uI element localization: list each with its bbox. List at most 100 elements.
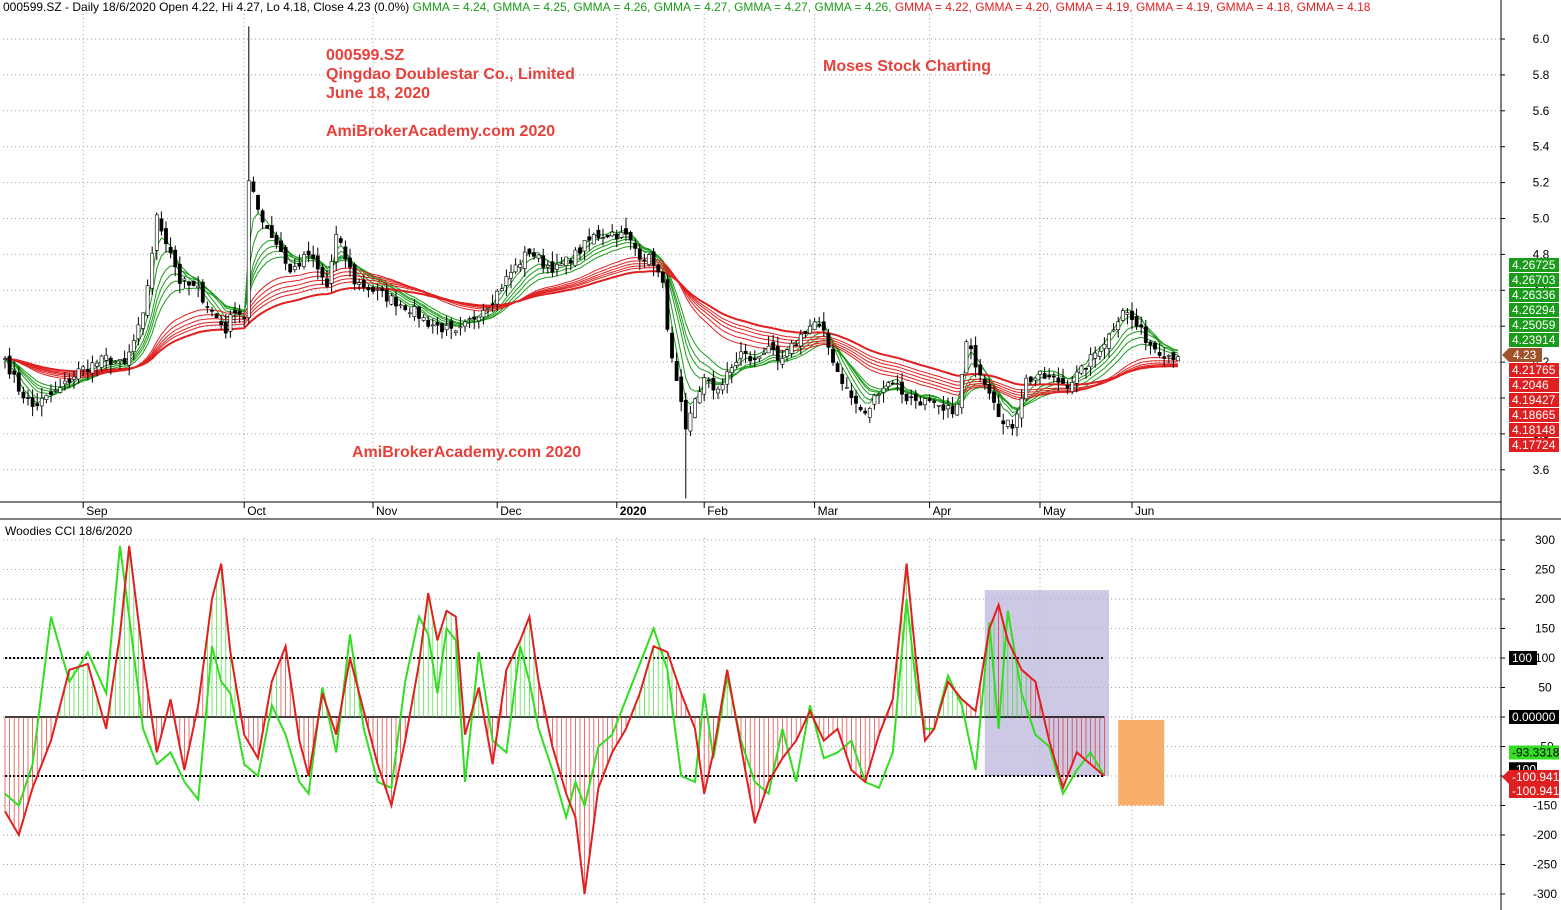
candle-up (113, 361, 118, 364)
candle-down (30, 397, 35, 407)
candle-up (647, 254, 651, 265)
price-tick-label: 5.2 (1533, 176, 1550, 190)
candle-down (821, 321, 826, 331)
candle-up (430, 324, 435, 327)
candle-down (541, 255, 546, 268)
gmma-value-label: 4.19427 (1512, 393, 1556, 407)
candle-up (688, 412, 693, 432)
candle-down (1148, 341, 1153, 346)
cci-title: Woodies CCI 18/6/2020 (5, 524, 133, 538)
candle-up (292, 266, 297, 271)
candle-up (104, 354, 109, 361)
header-segment: GMMA = 4.27, (731, 0, 811, 14)
month-label: Jun (1135, 504, 1154, 518)
candle-down (596, 229, 601, 239)
candle-down (840, 373, 845, 384)
header-segment: GMMA = 4.19, (1133, 0, 1213, 14)
candle-down (274, 234, 279, 245)
candle-up (881, 387, 886, 393)
candle-up (1070, 382, 1075, 393)
cci-tick-label: -300 (1533, 887, 1557, 901)
candle-down (384, 289, 389, 302)
candle-up (90, 362, 95, 374)
candle-up (867, 408, 872, 418)
candle-down (315, 255, 320, 270)
annotation-site-bottom: AmiBrokerAcademy.com 2020 (352, 444, 581, 461)
candle-up (412, 306, 417, 317)
candle-up (1005, 419, 1010, 427)
candle-up (375, 289, 380, 291)
candle-down (233, 310, 237, 314)
candle-down (343, 246, 348, 260)
candle-down (587, 236, 592, 241)
candle-down (260, 210, 265, 223)
candle-down (909, 396, 914, 399)
candle-up (486, 307, 490, 310)
candle-up (877, 393, 881, 396)
candle-down (637, 248, 642, 260)
candle-up (389, 295, 394, 305)
candle-up (81, 366, 86, 371)
candle-down (49, 391, 53, 395)
candle-down (706, 379, 711, 382)
cci-panel[interactable] (3, 538, 1501, 906)
gmma-value-label: 4.2046 (1512, 378, 1549, 392)
candle-up (1074, 371, 1079, 384)
cci-tick-label: 150 (1535, 622, 1555, 636)
candle-down (205, 306, 210, 308)
header-segment: GMMA = 4.26, (811, 0, 891, 14)
candle-down (173, 249, 178, 268)
candle-up (136, 324, 141, 340)
candle-down (775, 346, 780, 361)
candle-up (513, 264, 518, 273)
candle-up (720, 384, 725, 391)
candle-up (757, 356, 762, 359)
candle-up (421, 317, 426, 321)
candle-down (187, 281, 191, 286)
candle-up (545, 264, 550, 268)
price-panel[interactable] (3, 14, 1501, 502)
candle-down (633, 242, 638, 249)
candle-down (7, 355, 12, 375)
gmma-value-label: 4.26703 (1512, 273, 1556, 287)
candle-down (108, 357, 113, 365)
candle-down (435, 322, 440, 326)
candle-up (1088, 354, 1093, 368)
candle-up (739, 351, 743, 359)
candle-up (1102, 343, 1107, 350)
candle-down (831, 348, 835, 363)
candle-up (1176, 356, 1180, 362)
candle-up (536, 254, 541, 259)
month-label: Oct (247, 504, 266, 518)
gmma-value-label: 4.26294 (1512, 303, 1556, 317)
cci-value-label: -100.941 (1512, 784, 1560, 798)
candle-up (196, 285, 201, 289)
candle-up (329, 261, 334, 284)
candle-down (1171, 352, 1176, 361)
candle-up (509, 272, 513, 279)
candle-down (242, 316, 247, 320)
candle-up (453, 330, 458, 333)
candle-up (1107, 333, 1111, 349)
cci-tick-label: -250 (1533, 858, 1557, 872)
cci-tick-label: 200 (1535, 592, 1555, 606)
candle-down (279, 240, 283, 252)
candle-up (1166, 354, 1171, 357)
cci-tick-label: 50 (1538, 681, 1552, 695)
candle-down (490, 303, 495, 306)
candle-up (844, 386, 849, 389)
cci-tick-label: 300 (1535, 533, 1555, 547)
header-segment: GMMA = 4.24, (409, 0, 489, 14)
candle-up (955, 403, 960, 416)
candle-down (1047, 374, 1052, 378)
gmma-value-label: 4.23914 (1512, 333, 1556, 347)
cci-tick-label: -150 (1533, 799, 1557, 813)
candle-down (748, 356, 753, 362)
header-segment: GMMA = 4.19, (1052, 0, 1132, 14)
candle-down (1042, 373, 1047, 379)
candle-up (150, 252, 155, 289)
candle-down (969, 345, 973, 350)
candle-down (361, 280, 366, 288)
candle-down (168, 247, 173, 254)
candle-down (269, 225, 274, 238)
